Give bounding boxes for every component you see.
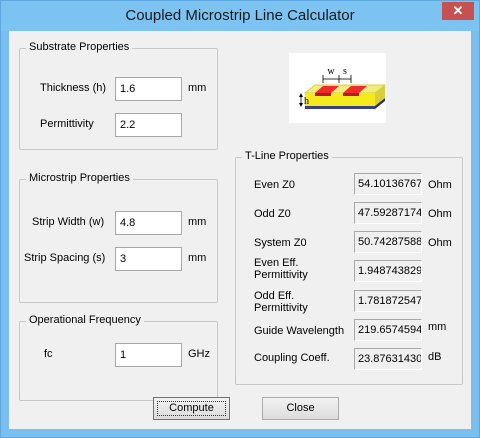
even-eff-permittivity-label-line1: Even Eff. <box>254 257 299 269</box>
even-eff-permittivity-value: 1.948743829 <box>354 260 422 282</box>
h-label: h <box>304 96 309 107</box>
odd-eff-permittivity-label-line2: Permittivity <box>254 302 308 314</box>
microstrip-properties-group: Microstrip Properties Strip Width (w) 4.… <box>19 172 218 303</box>
coupling-coeff-unit: dB <box>428 351 442 363</box>
strip-spacing-unit: mm <box>188 252 207 264</box>
tline-properties-group: T-Line Properties Even Z0 54.10136767 Oh… <box>235 150 463 385</box>
w-label: w <box>327 66 335 77</box>
ground-plane <box>305 106 375 109</box>
coupling-coeff-value: 23.87631430 <box>354 348 422 370</box>
fc-label: fc <box>44 348 53 360</box>
odd-eff-permittivity-label-line1: Odd Eff. <box>254 290 295 302</box>
even-z0-value: 54.10136767 <box>354 173 422 195</box>
system-z0-label: System Z0 <box>254 237 307 249</box>
compute-button-focus-ring <box>157 401 226 416</box>
strip-width-label: Strip Width (w) <box>32 216 105 228</box>
strip-width-unit: mm <box>188 216 207 228</box>
microstrip-properties-legend: Microstrip Properties <box>26 172 133 184</box>
compute-button[interactable]: Compute <box>153 397 230 420</box>
guide-wavelength-value: 219.6574594 <box>354 319 422 341</box>
even-z0-label: Even Z0 <box>254 179 295 191</box>
title-bar: Coupled Microstrip Line Calculator ✕ <box>1 1 479 31</box>
operational-frequency-legend: Operational Frequency <box>26 314 144 326</box>
thickness-input[interactable]: 1.6 <box>115 77 182 101</box>
guide-wavelength-label: Guide Wavelength <box>254 325 345 337</box>
permittivity-input[interactable]: 2.2 <box>115 113 182 137</box>
window-title: Coupled Microstrip Line Calculator <box>125 7 355 24</box>
operational-frequency-group: Operational Frequency fc 1 GHz <box>19 314 218 401</box>
dialog-client-area: Substrate Properties Thickness (h) 1.6 m… <box>9 31 471 429</box>
odd-z0-label: Odd Z0 <box>254 208 291 220</box>
close-button-label: Close <box>286 402 315 414</box>
window-close-button[interactable]: ✕ <box>442 2 474 20</box>
strip-width-input[interactable]: 4.8 <box>115 211 182 235</box>
fc-unit: GHz <box>188 348 210 360</box>
guide-wavelength-unit: mm <box>428 321 447 333</box>
thickness-label: Thickness (h) <box>40 82 107 94</box>
tline-properties-legend: T-Line Properties <box>242 150 332 162</box>
substrate-properties-group: Substrate Properties Thickness (h) 1.6 m… <box>19 41 218 150</box>
system-z0-value: 50.74287588 <box>354 231 422 253</box>
permittivity-label: Permittivity <box>40 118 94 130</box>
s-label: s <box>343 66 347 77</box>
strip-right-front <box>343 93 359 96</box>
even-eff-permittivity-label-line2: Permittivity <box>254 269 308 281</box>
even-z0-unit: Ohm <box>428 179 452 191</box>
strip-spacing-label: Strip Spacing (s) <box>24 252 106 264</box>
substrate-properties-legend: Substrate Properties <box>26 41 133 53</box>
odd-z0-value: 47.59287174 <box>354 202 422 224</box>
calculator-window: Coupled Microstrip Line Calculator ✕ Sub… <box>0 0 480 438</box>
odd-eff-permittivity-value: 1.781872547 <box>354 290 422 312</box>
coupled-microstrip-diagram: w s h <box>289 53 387 123</box>
system-z0-unit: Ohm <box>428 237 452 249</box>
strip-left-front <box>315 93 331 96</box>
strip-spacing-input[interactable]: 3 <box>115 247 182 271</box>
thickness-unit: mm <box>188 82 207 94</box>
fc-input[interactable]: 1 <box>115 343 182 367</box>
close-button[interactable]: Close <box>262 397 339 420</box>
coupling-coeff-label: Coupling Coeff. <box>254 352 330 364</box>
odd-z0-unit: Ohm <box>428 208 452 220</box>
